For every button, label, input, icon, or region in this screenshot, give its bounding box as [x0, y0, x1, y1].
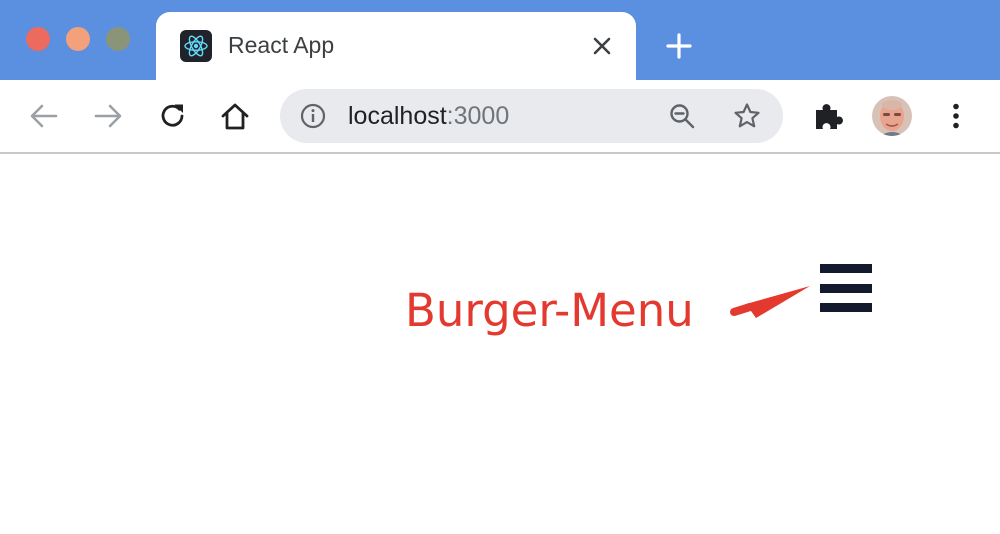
hamburger-bar [820, 284, 872, 293]
menu-kebab-icon[interactable] [938, 98, 974, 134]
window-minimize-button[interactable] [66, 27, 90, 51]
reload-icon[interactable] [155, 98, 191, 134]
back-arrow-icon[interactable] [26, 98, 62, 134]
address-bar[interactable]: localhost:3000 [280, 89, 783, 143]
forward-arrow-icon[interactable] [90, 98, 126, 134]
hamburger-bar [820, 264, 872, 273]
browser-tab[interactable]: React App [156, 12, 636, 82]
browser-toolbar: localhost:3000 [0, 80, 1000, 154]
extensions-puzzle-icon[interactable] [810, 98, 846, 134]
window-close-button[interactable] [26, 27, 50, 51]
profile-avatar[interactable] [872, 96, 912, 136]
new-tab-plus-icon[interactable] [664, 31, 694, 61]
burger-menu-annotation: Burger-Menu [405, 284, 694, 337]
page-viewport: Burger-Menu [0, 154, 1000, 534]
hamburger-menu-icon[interactable] [820, 264, 872, 312]
window-maximize-button[interactable] [106, 27, 130, 51]
url-host: localhost [348, 102, 447, 130]
tab-title: React App [228, 32, 335, 58]
hamburger-bar [820, 303, 872, 312]
bookmark-star-icon[interactable] [732, 101, 762, 131]
zoom-out-icon[interactable] [668, 102, 696, 130]
react-logo-icon [180, 30, 212, 62]
url-port: :3000 [446, 102, 510, 130]
tab-strip: React App [0, 0, 1000, 82]
info-icon[interactable] [300, 103, 326, 129]
tab-close-icon[interactable] [588, 32, 616, 60]
annotation-arrow-icon [730, 286, 810, 318]
url-text[interactable]: localhost:3000 [348, 102, 509, 131]
home-icon[interactable] [217, 98, 253, 134]
